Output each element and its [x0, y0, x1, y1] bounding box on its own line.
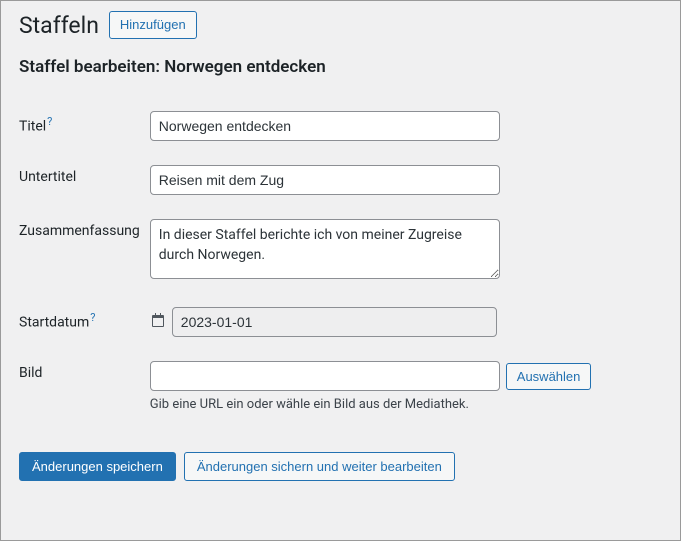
page-title: Staffeln	[19, 12, 99, 39]
save-continue-button[interactable]: Änderungen sichern und weiter bearbeiten	[184, 452, 455, 481]
input-bild[interactable]	[150, 361, 500, 391]
label-untertitel: Untertitel	[19, 169, 76, 185]
help-icon[interactable]: ?	[47, 115, 52, 128]
label-bild: Bild	[19, 365, 42, 381]
page-header: Staffeln Hinzufügen	[19, 11, 662, 39]
input-zusammenfassung[interactable]: In dieser Staffel berichte ich von meine…	[150, 219, 500, 279]
input-untertitel[interactable]	[150, 165, 500, 195]
label-startdatum: Startdatum	[19, 315, 89, 331]
save-button[interactable]: Änderungen speichern	[19, 452, 176, 481]
row-zusammenfassung: Zusammenfassung In dieser Staffel berich…	[19, 207, 662, 295]
row-bild: Bild Auswählen Gib eine URL ein oder wäh…	[19, 349, 662, 424]
edit-form: Titel? Untertitel Zusammenfassung In die…	[19, 99, 662, 424]
select-image-button[interactable]: Auswählen	[506, 363, 592, 390]
add-button[interactable]: Hinzufügen	[109, 11, 197, 39]
label-zusammenfassung: Zusammenfassung	[19, 223, 140, 239]
input-startdatum[interactable]	[172, 307, 497, 337]
input-titel[interactable]	[150, 111, 500, 141]
sub-heading: Staffel bearbeiten: Norwegen entdecken	[19, 57, 662, 77]
help-icon[interactable]: ?	[90, 311, 95, 324]
row-startdatum: Startdatum?	[19, 295, 662, 349]
label-titel: Titel	[19, 119, 46, 135]
calendar-icon[interactable]	[150, 312, 166, 332]
row-titel: Titel?	[19, 99, 662, 153]
page-container: Staffeln Hinzufügen Staffel bearbeiten: …	[0, 0, 681, 541]
form-actions: Änderungen speichern Änderungen sichern …	[19, 452, 662, 481]
hint-bild: Gib eine URL ein oder wähle ein Bild aus…	[150, 397, 662, 412]
row-untertitel: Untertitel	[19, 153, 662, 207]
